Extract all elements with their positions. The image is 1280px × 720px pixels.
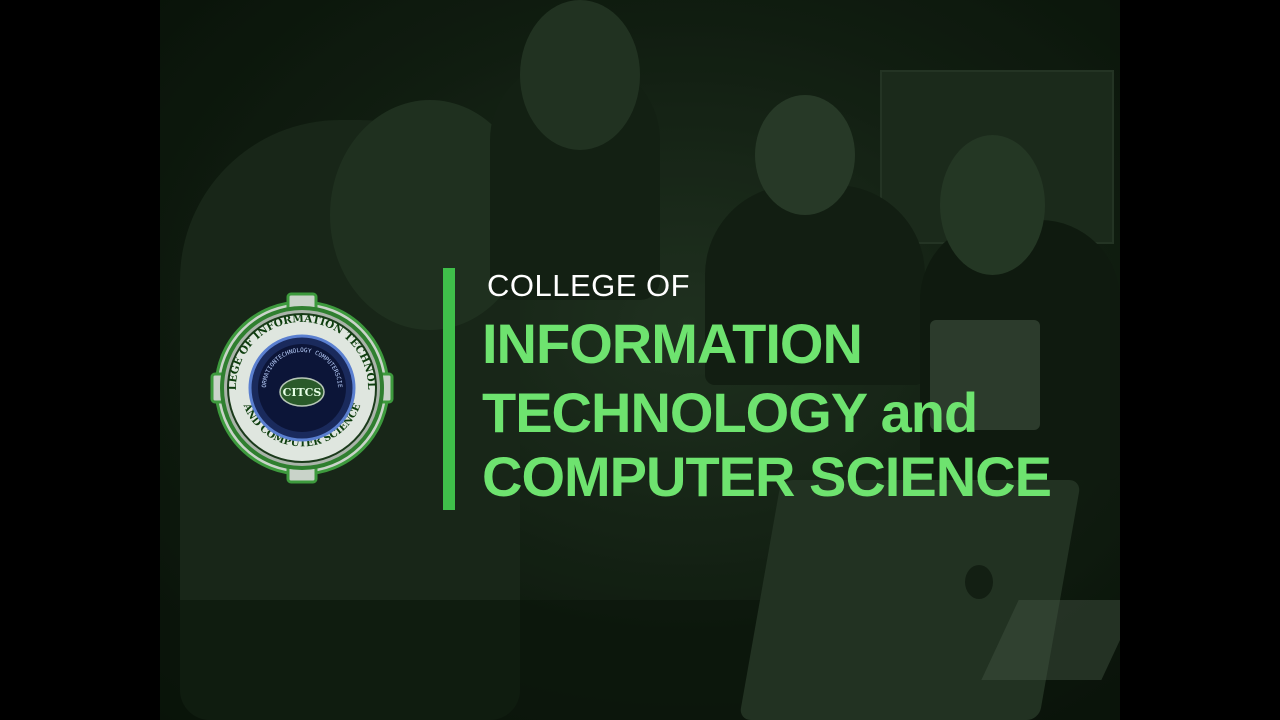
title-small: COLLEGE OF bbox=[487, 268, 691, 303]
title-line-3: COMPUTER SCIENCE bbox=[482, 445, 1052, 508]
seal-abbreviation: CITCS bbox=[283, 386, 322, 399]
letterbox-right bbox=[1120, 0, 1280, 720]
citcs-seal-logo: COLLEGE OF INFORMATION TECHNOLOGY AND CO… bbox=[208, 288, 394, 484]
title-line-1: INFORMATION bbox=[482, 312, 863, 375]
title-line-2: TECHNOLOGY and bbox=[482, 381, 978, 444]
letterbox-left bbox=[0, 0, 160, 720]
accent-bar bbox=[443, 268, 455, 510]
